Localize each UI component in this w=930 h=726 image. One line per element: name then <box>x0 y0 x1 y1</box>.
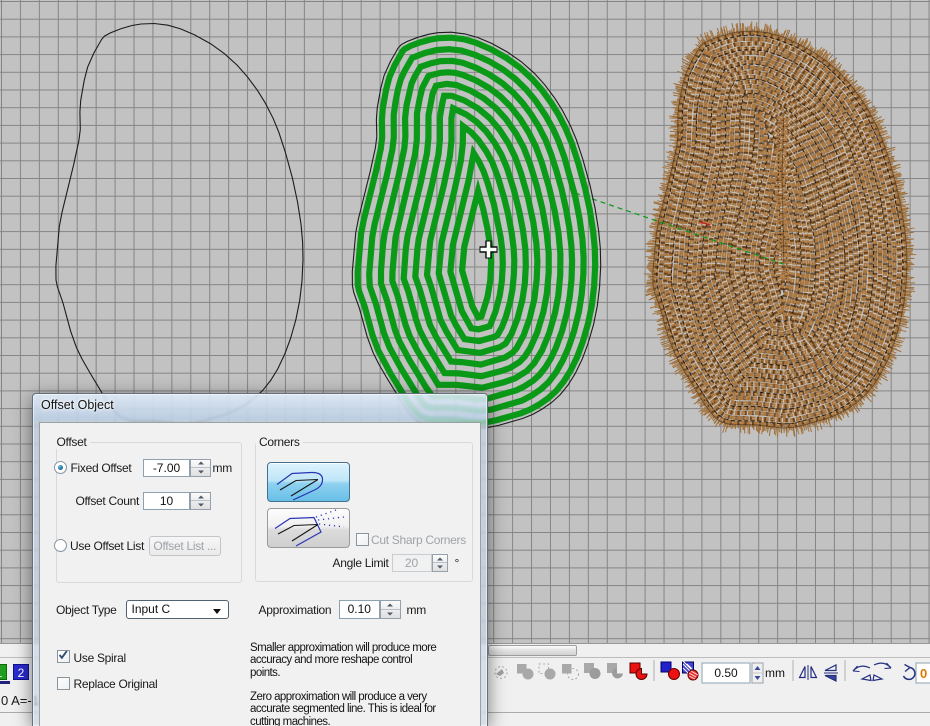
svg-text:0: 0 <box>920 666 927 681</box>
svg-text:mm: mm <box>765 666 785 680</box>
svg-text:0.50: 0.50 <box>714 666 738 680</box>
